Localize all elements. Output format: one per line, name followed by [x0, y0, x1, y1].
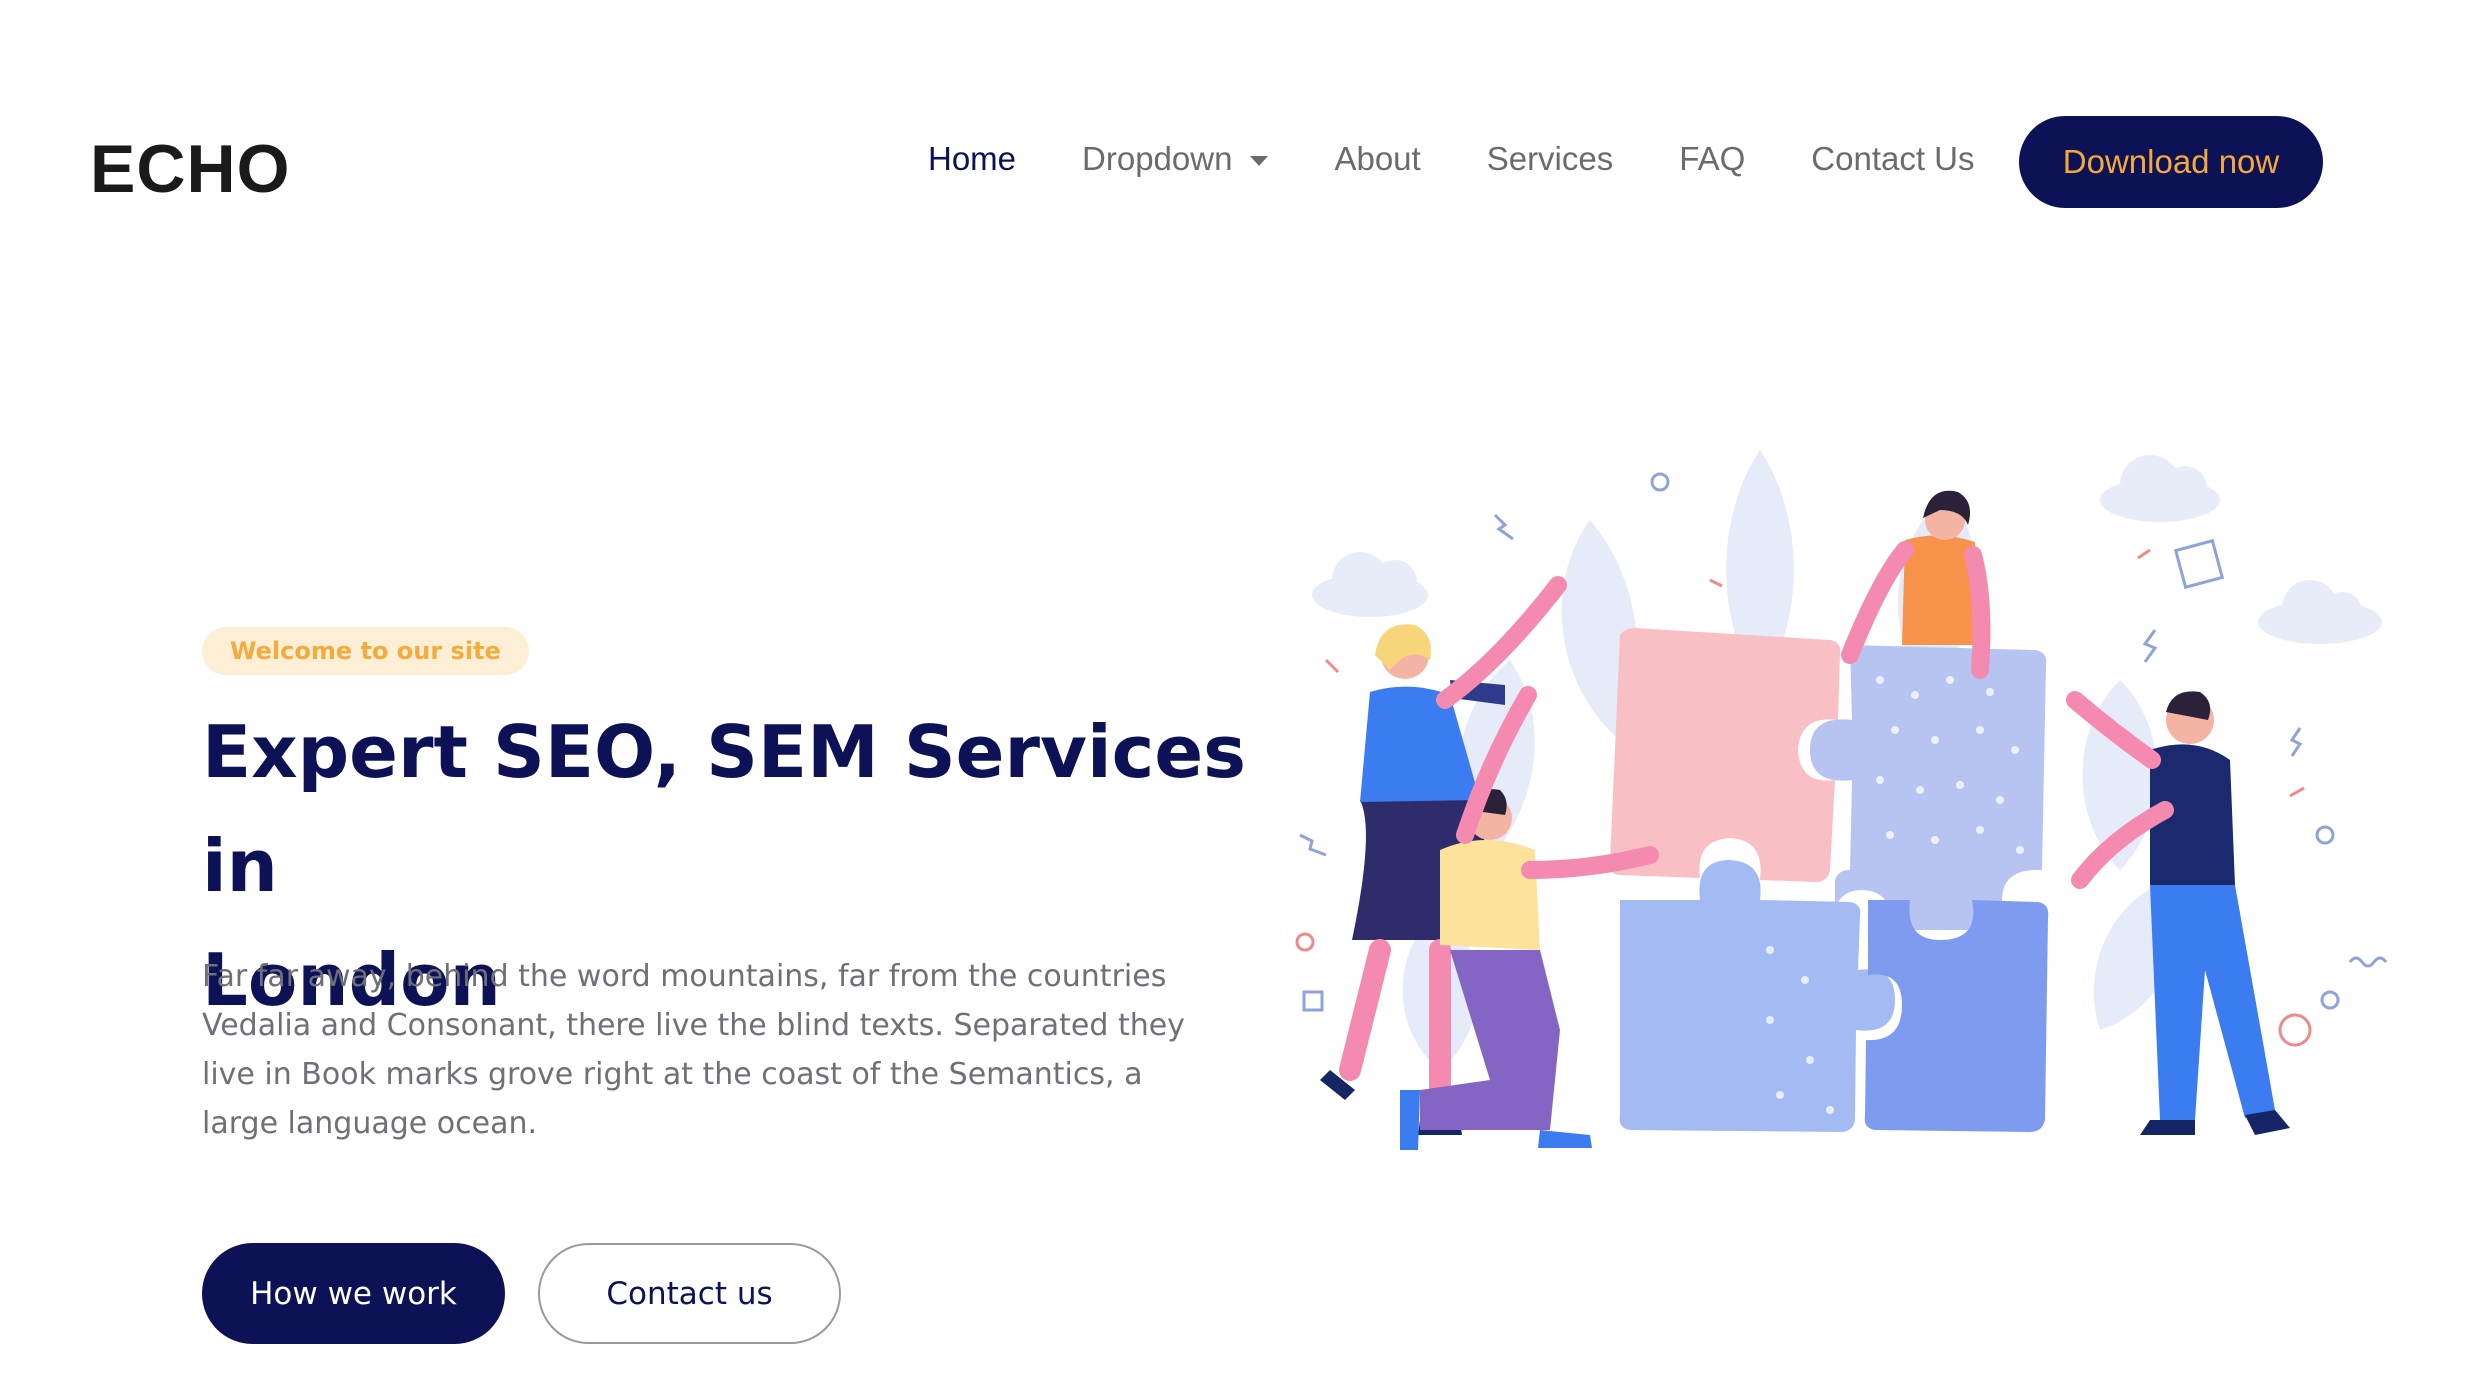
puzzle-piece-light-blue [1619, 860, 1895, 1132]
nav-item-dropdown[interactable]: Dropdown [1082, 140, 1269, 178]
hero-description: Far far away, behind the word mountains,… [202, 959, 1185, 1141]
clouds [1312, 455, 2382, 644]
nav-item-about[interactable]: About [1334, 140, 1420, 178]
puzzle-piece-blue [1864, 900, 2049, 1132]
how-we-work-button[interactable]: How we work [202, 1243, 505, 1344]
puzzle-piece-pink [1609, 628, 1841, 882]
puzzle-pieces [1609, 628, 2049, 1132]
nav-item-dropdown-label: Dropdown [1082, 140, 1233, 177]
caret-down-icon [1250, 156, 1269, 166]
logo[interactable]: ECHO [90, 130, 290, 208]
nav-item-contact-us[interactable]: Contact Us [1811, 140, 1974, 178]
team-puzzle-illustration [1295, 450, 2388, 1150]
nav-item-services[interactable]: Services [1487, 140, 1614, 178]
welcome-badge: Welcome to our site [202, 627, 529, 675]
site-header: ECHO Home Dropdown About Services FAQ Co… [0, 0, 2480, 320]
main-nav: Home Dropdown About Services FAQ Contact… [928, 140, 2041, 178]
download-now-button[interactable]: Download now [2019, 116, 2323, 208]
puzzle-piece-lavender [1810, 645, 2047, 933]
contact-us-button[interactable]: Contact us [538, 1243, 841, 1344]
nav-item-home[interactable]: Home [928, 140, 1016, 178]
nav-item-faq[interactable]: FAQ [1679, 140, 1745, 178]
person-orange-shirt [1841, 490, 1991, 679]
hero-title-line-1: Expert SEO, SEM Services in [202, 710, 1246, 908]
